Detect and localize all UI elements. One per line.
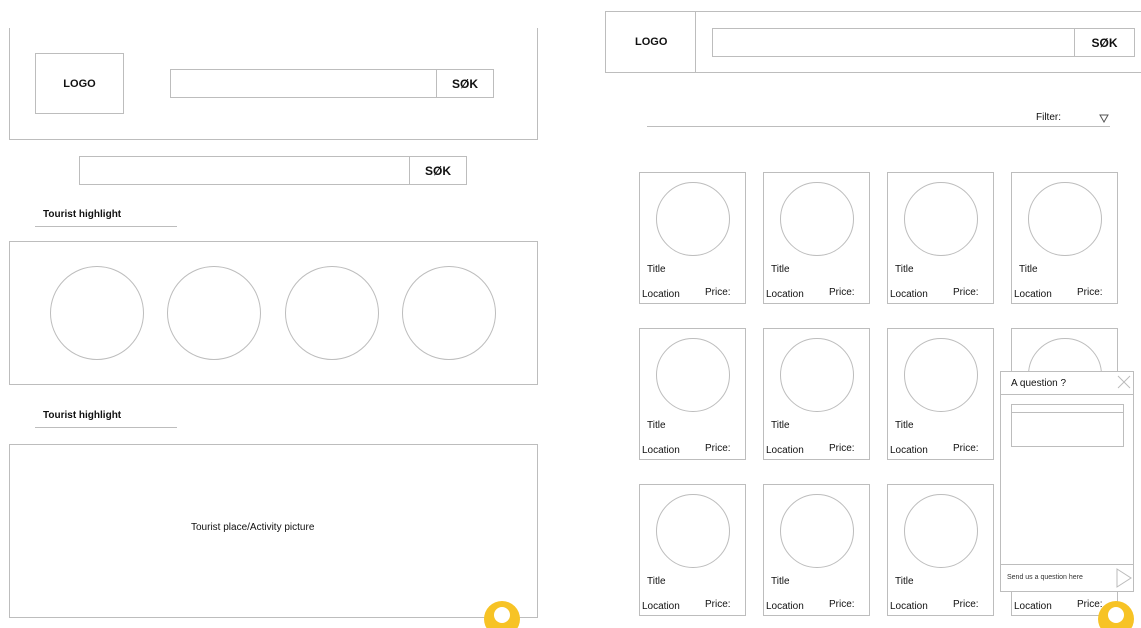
product-price: Price:: [953, 443, 979, 454]
product-title: Title: [647, 264, 666, 275]
product-price: Price:: [953, 599, 979, 610]
filter-label[interactable]: Filter:: [1036, 112, 1061, 123]
product-price: Price:: [1077, 599, 1103, 610]
product-location: Location: [1014, 601, 1052, 612]
highlight-circle-2[interactable]: [167, 266, 261, 360]
section-underline-2: [35, 427, 177, 428]
product-image: [656, 182, 730, 256]
product-price: Price:: [1077, 287, 1103, 298]
chat-title: A question ?: [1011, 378, 1067, 389]
chat-avatar-icon[interactable]: [1098, 601, 1134, 628]
product-price: Price:: [705, 599, 731, 610]
product-price: Price:: [829, 287, 855, 298]
product-card[interactable]: Title Location Price:: [639, 484, 746, 616]
right-header-divider: [695, 11, 696, 73]
chevron-down-icon[interactable]: [1099, 114, 1109, 123]
left-header-left-border: [9, 28, 10, 140]
right-logo[interactable]: LOGO: [635, 36, 667, 48]
right-search-input[interactable]: [712, 28, 1075, 57]
left-logo[interactable]: LOGO: [35, 53, 124, 114]
product-card[interactable]: Title Location Price:: [763, 172, 870, 304]
product-title: Title: [771, 264, 790, 275]
product-image: [780, 182, 854, 256]
left-logo-text: LOGO: [63, 77, 96, 90]
product-image: [780, 494, 854, 568]
product-title: Title: [771, 420, 790, 431]
highlight-circle-3[interactable]: [285, 266, 379, 360]
product-image: [656, 338, 730, 412]
product-card[interactable]: Title Location Price:: [887, 484, 994, 616]
chat-header-divider: [1000, 394, 1134, 395]
product-location: Location: [890, 289, 928, 300]
product-image: [780, 338, 854, 412]
product-price: Price:: [953, 287, 979, 298]
product-location: Location: [1014, 289, 1052, 300]
chat-message-area: [1011, 404, 1124, 447]
left-header-bottom-border: [9, 139, 538, 140]
highlight-circle-4[interactable]: [402, 266, 496, 360]
product-image: [904, 182, 978, 256]
product-title: Title: [895, 576, 914, 587]
right-search-button[interactable]: SØK: [1074, 28, 1135, 57]
chat-message-divider: [1011, 412, 1124, 413]
section-underline-1: [35, 226, 177, 227]
tourist-picture-label: Tourist place/Activity picture: [191, 522, 315, 533]
left-header-right-border: [537, 28, 538, 140]
product-location: Location: [890, 601, 928, 612]
product-card[interactable]: Title Location Price:: [763, 328, 870, 460]
product-price: Price:: [705, 287, 731, 298]
product-location: Location: [642, 289, 680, 300]
section-heading-highlight-1: Tourist highlight: [43, 209, 122, 220]
product-title: Title: [647, 576, 666, 587]
product-card[interactable]: Title Location Price:: [1011, 172, 1118, 304]
product-image: [1028, 182, 1102, 256]
product-location: Location: [766, 601, 804, 612]
chat-input-divider: [1000, 564, 1134, 565]
product-location: Location: [766, 289, 804, 300]
product-image: [904, 494, 978, 568]
close-icon[interactable]: [1117, 375, 1131, 389]
left-header-search-input[interactable]: [170, 69, 437, 98]
product-price: Price:: [829, 443, 855, 454]
product-location: Location: [890, 445, 928, 456]
send-icon[interactable]: [1116, 568, 1132, 588]
product-image: [904, 338, 978, 412]
product-card[interactable]: Title Location Price:: [639, 172, 746, 304]
product-card[interactable]: Title Location Price:: [887, 172, 994, 304]
left-header-search-button[interactable]: SØK: [436, 69, 494, 98]
product-card[interactable]: Title Location Price:: [763, 484, 870, 616]
product-location: Location: [642, 601, 680, 612]
product-price: Price:: [705, 443, 731, 454]
filter-underline: [647, 126, 1110, 127]
highlight-circle-1[interactable]: [50, 266, 144, 360]
product-image: [656, 494, 730, 568]
product-location: Location: [766, 445, 804, 456]
chat-input[interactable]: Send us a question here: [1007, 574, 1083, 581]
section-heading-highlight-2: Tourist highlight: [43, 410, 122, 421]
product-title: Title: [1019, 264, 1038, 275]
left-search-input[interactable]: [79, 156, 410, 185]
product-title: Title: [771, 576, 790, 587]
product-title: Title: [647, 420, 666, 431]
product-location: Location: [642, 445, 680, 456]
product-card[interactable]: Title Location Price:: [887, 328, 994, 460]
product-title: Title: [895, 264, 914, 275]
left-search-button[interactable]: SØK: [409, 156, 467, 185]
product-price: Price:: [829, 599, 855, 610]
product-card[interactable]: Title Location Price:: [639, 328, 746, 460]
product-title: Title: [895, 420, 914, 431]
